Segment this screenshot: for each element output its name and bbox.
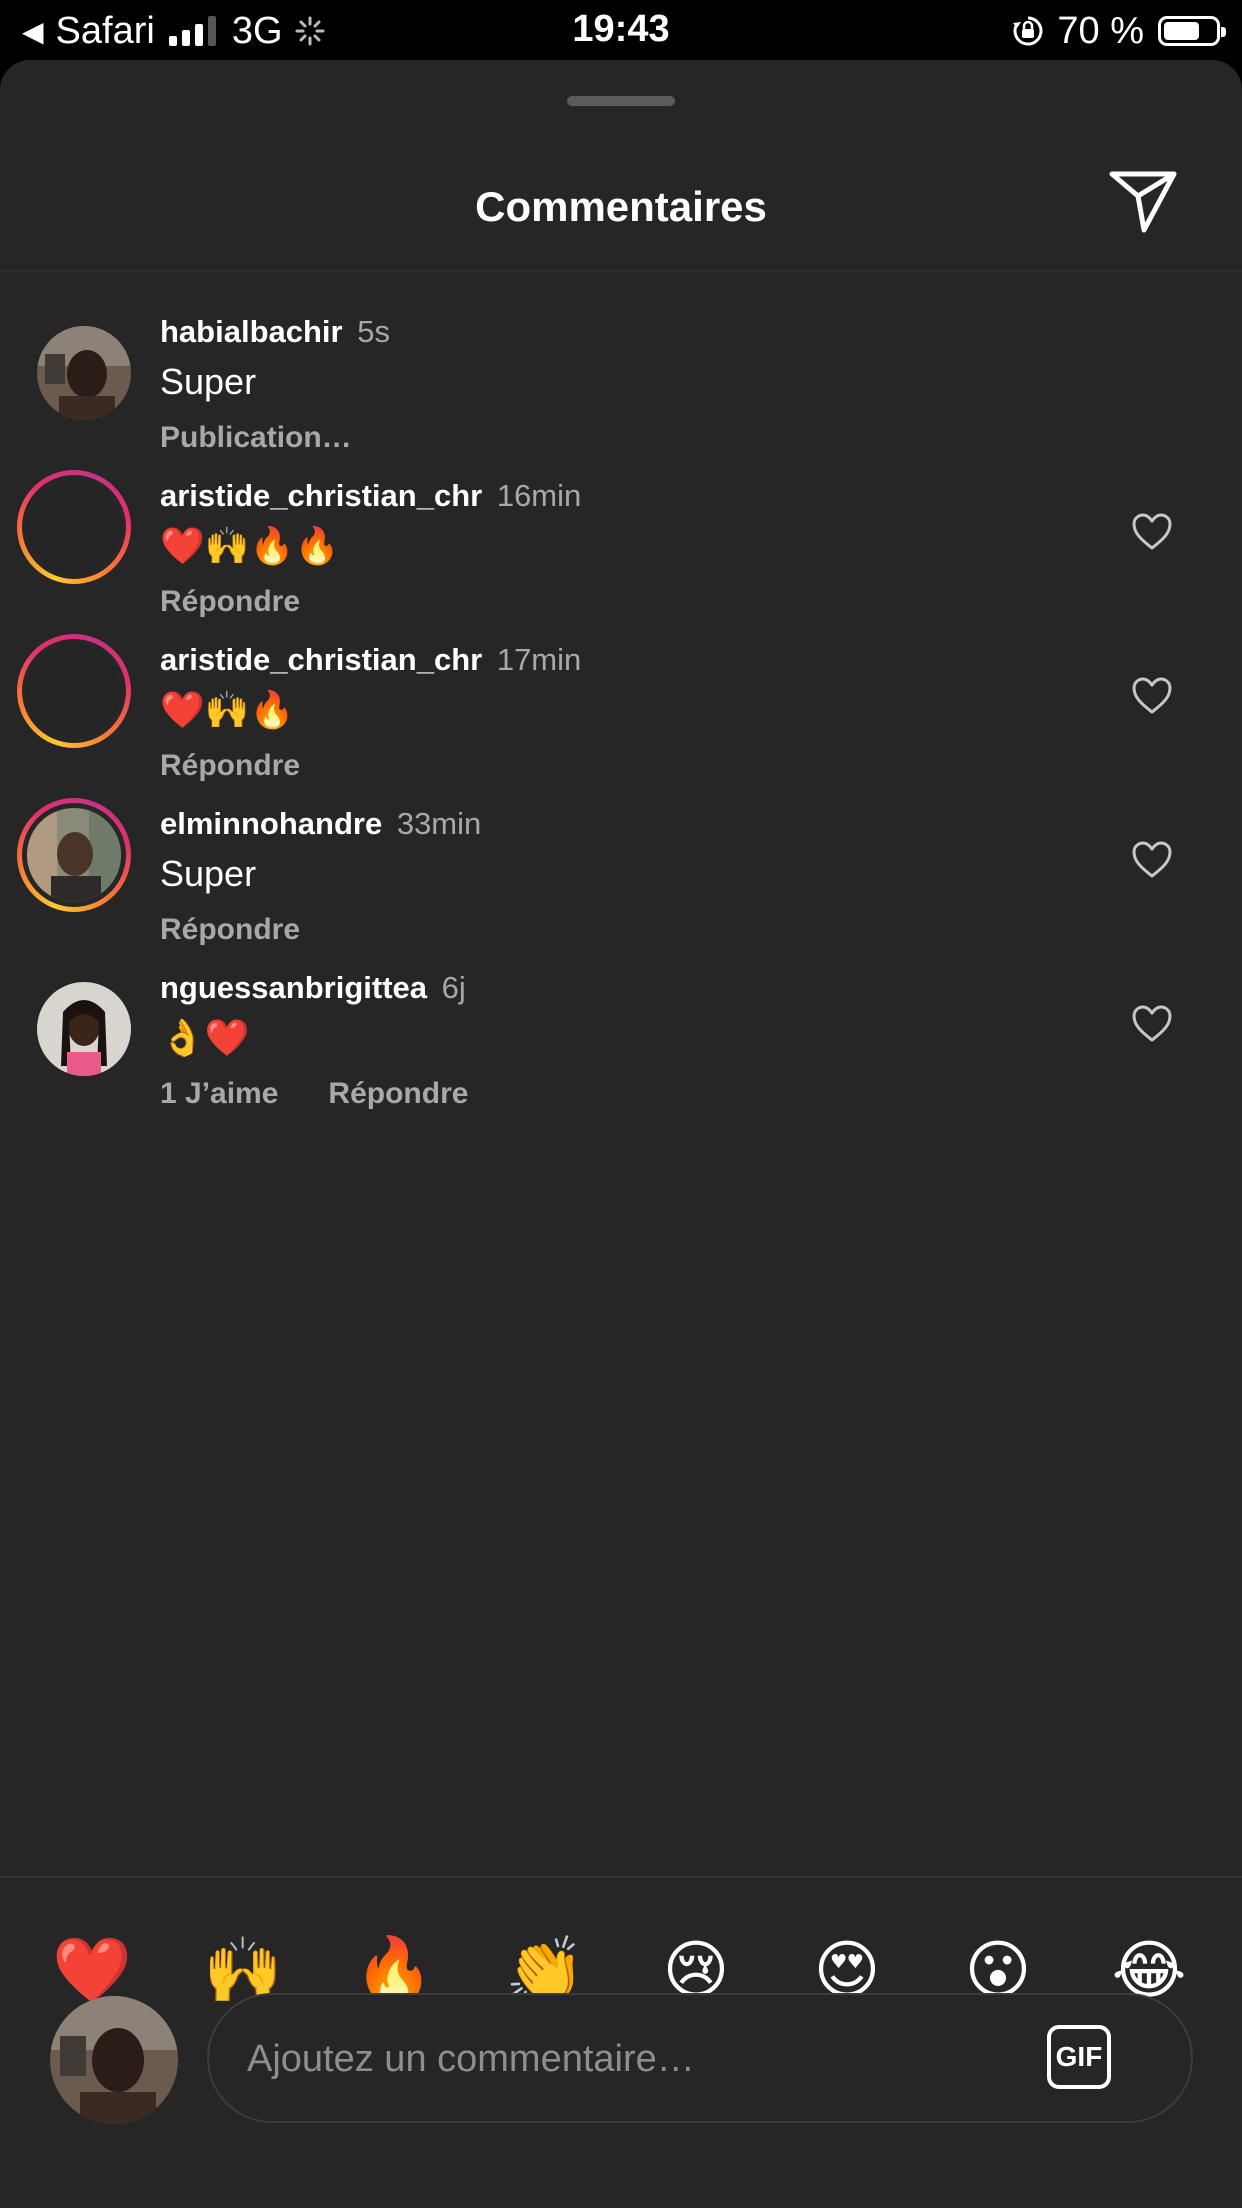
comment-time: 6j: [441, 970, 466, 1005]
heart-outline-icon[interactable]: [1131, 1004, 1173, 1044]
avatar[interactable]: [37, 982, 131, 1076]
comment-username[interactable]: habialbachir: [160, 314, 343, 349]
comment-actions: 1 J’aime Répondre: [160, 1074, 468, 1114]
battery-percent: 70 %: [1057, 9, 1144, 52]
comment-actions: Répondre: [160, 910, 300, 950]
rotation-lock-icon: [1013, 16, 1043, 46]
my-avatar: [50, 1996, 178, 2124]
comment-header: aristide_christian_chr 17min: [160, 640, 581, 680]
comment-actions: Répondre: [160, 582, 300, 622]
comment-header: elminnohandre 33min: [160, 804, 481, 844]
comment-time: 33min: [396, 806, 482, 841]
comment-time: 5s: [357, 314, 390, 349]
reply-button[interactable]: Répondre: [160, 585, 300, 618]
reply-button[interactable]: Répondre: [328, 1077, 468, 1110]
status-bar: ◀ Safari 3G 19:43 70 %: [0, 0, 1242, 60]
posting-status: Publication…: [160, 421, 352, 454]
comment-text: Super: [160, 853, 257, 894]
gif-button[interactable]: GIF: [1047, 2025, 1111, 2089]
header-divider: [0, 270, 1242, 272]
comment-text: ❤️🙌🔥🔥: [160, 525, 340, 566]
story-ring-avatar[interactable]: [17, 634, 131, 748]
comment-row: nguessanbrigittea 6j 👌❤️ 1 J’aime Répondr…: [0, 968, 1242, 1198]
comment-header: nguessanbrigittea 6j: [160, 968, 466, 1008]
sheet-grabber[interactable]: [567, 96, 675, 106]
comment-time: 16min: [496, 478, 582, 513]
comment-text: Super: [160, 361, 257, 402]
comment-input[interactable]: [245, 2023, 1009, 2095]
comment-actions: Répondre: [160, 746, 300, 786]
comment-username[interactable]: nguessanbrigittea: [160, 970, 427, 1005]
reply-button[interactable]: Répondre: [160, 749, 300, 782]
likes-count-button[interactable]: 1 J’aime: [160, 1077, 278, 1110]
emoji-bar-divider: [0, 1876, 1242, 1878]
avatar: [27, 644, 121, 738]
comment-text: ❤️🙌🔥: [160, 689, 295, 730]
story-ring-avatar[interactable]: [17, 470, 131, 584]
story-ring-avatar[interactable]: [17, 798, 131, 912]
comment-composer: GIF: [207, 1993, 1193, 2123]
avatar[interactable]: [37, 326, 131, 420]
comment-username[interactable]: elminnohandre: [160, 806, 382, 841]
comment-time: 17min: [496, 642, 582, 677]
comment-header: aristide_christian_chr 16min: [160, 476, 581, 516]
comment-username[interactable]: aristide_christian_chr: [160, 642, 482, 677]
reply-button[interactable]: Répondre: [160, 913, 300, 946]
heart-outline-icon[interactable]: [1131, 676, 1173, 716]
comment-header: habialbachir 5s: [160, 312, 390, 352]
heart-outline-icon[interactable]: [1131, 512, 1173, 552]
comment-text: 👌❤️: [160, 1017, 250, 1058]
avatar: [27, 480, 121, 574]
page-title: Commentaires: [475, 183, 767, 230]
status-right: 70 %: [1011, 8, 1226, 54]
avatar: [27, 808, 121, 902]
comment-username[interactable]: aristide_christian_chr: [160, 478, 482, 513]
battery-fill: [1164, 22, 1199, 40]
comments-sheet: Commentaires habialbachir 5s Super Publi…: [0, 60, 1242, 2208]
send-icon[interactable]: [1108, 170, 1178, 234]
battery-icon: [1158, 16, 1226, 46]
heart-outline-icon[interactable]: [1131, 840, 1173, 880]
